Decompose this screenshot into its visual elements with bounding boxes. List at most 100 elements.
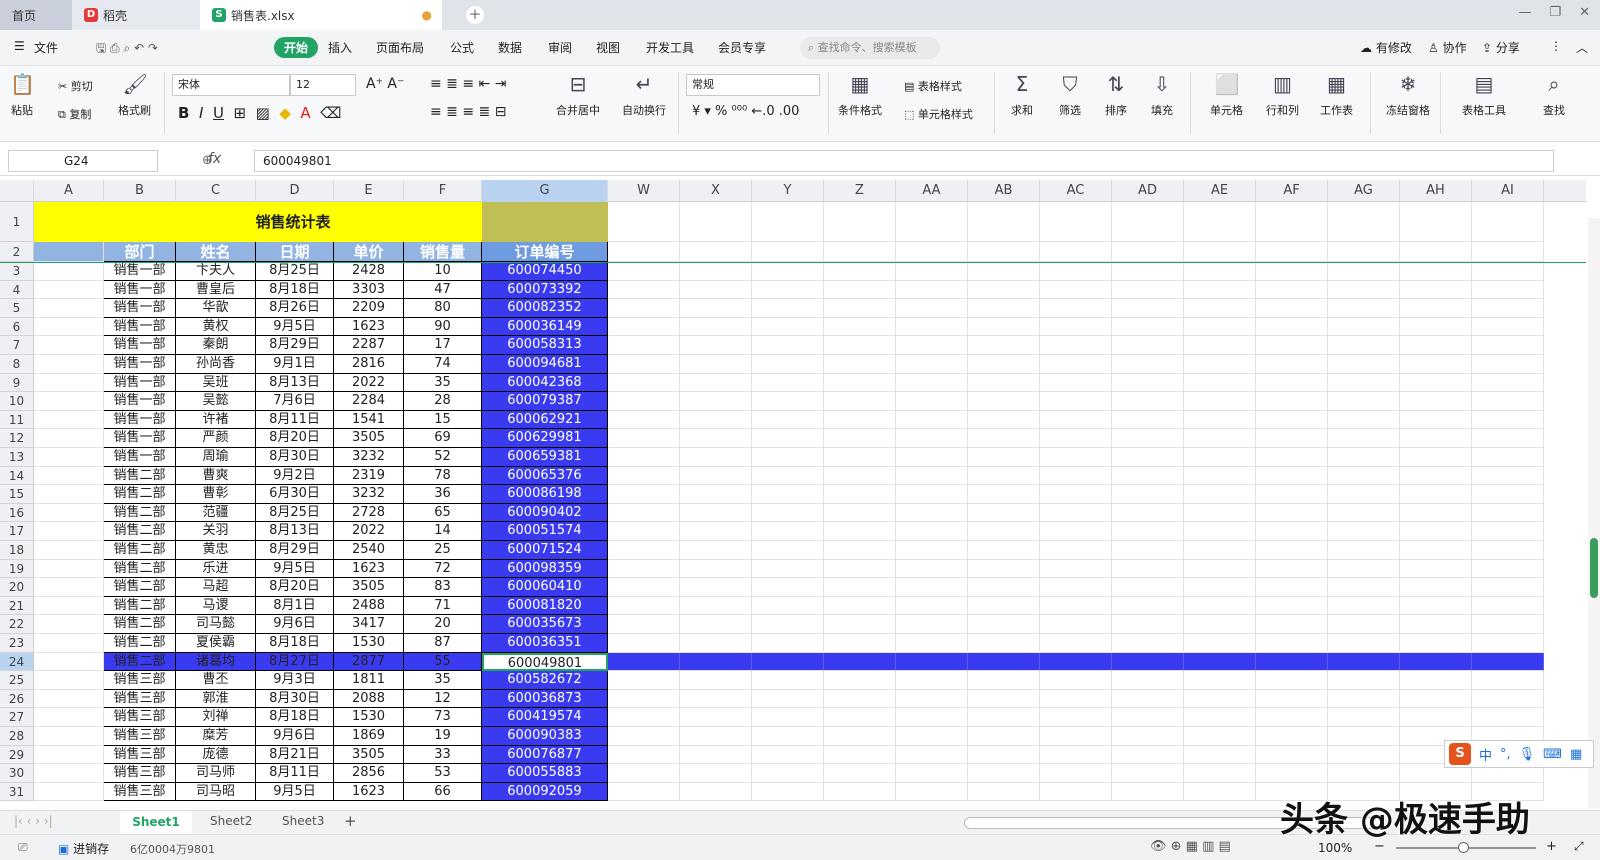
empty-cell[interactable]: [1184, 299, 1256, 318]
empty-cell[interactable]: [896, 373, 968, 393]
data-cell[interactable]: 销售二部: [104, 466, 176, 486]
column-header[interactable]: AG: [1328, 180, 1400, 202]
data-cell[interactable]: 36: [404, 485, 482, 504]
empty-cell[interactable]: [1040, 652, 1112, 672]
empty-cell[interactable]: [1184, 410, 1256, 430]
empty-cell[interactable]: [1472, 596, 1544, 616]
empty-cell[interactable]: [608, 541, 680, 560]
data-cell[interactable]: 销售二部: [104, 485, 176, 504]
quick-access-icons[interactable]: 🖫 ⎙ ⌕ ↶ ↷: [96, 39, 158, 60]
empty-cell[interactable]: [896, 448, 968, 467]
empty-cell[interactable]: [1112, 262, 1184, 281]
order-id-cell[interactable]: 600086198: [482, 485, 608, 504]
empty-cell[interactable]: [752, 466, 824, 486]
data-cell[interactable]: 销售二部: [104, 615, 176, 634]
empty-cell[interactable]: [896, 392, 968, 411]
empty-cell[interactable]: [680, 262, 752, 281]
empty-cell[interactable]: [968, 764, 1040, 783]
empty-cell[interactable]: [896, 280, 968, 300]
empty-cell[interactable]: [1400, 299, 1472, 318]
row-header[interactable]: 21: [0, 596, 34, 616]
empty-cell[interactable]: [1472, 634, 1544, 653]
empty-cell[interactable]: [1328, 373, 1400, 393]
empty-cell[interactable]: [680, 317, 752, 337]
empty-cell[interactable]: [1328, 466, 1400, 486]
empty-cell[interactable]: [34, 745, 104, 765]
empty-cell[interactable]: [1040, 727, 1112, 746]
empty-cell[interactable]: [34, 541, 104, 560]
column-title-cell[interactable]: 销售量: [404, 242, 482, 262]
empty-cell[interactable]: [1328, 652, 1400, 672]
empty-cell[interactable]: [608, 373, 680, 393]
empty-cell[interactable]: [1256, 202, 1328, 242]
empty-cell[interactable]: [1040, 764, 1112, 783]
empty-cell[interactable]: [680, 652, 752, 672]
data-cell[interactable]: 销售一部: [104, 373, 176, 393]
data-cell[interactable]: 69: [404, 429, 482, 448]
data-cell[interactable]: 2287: [334, 336, 404, 355]
empty-cell[interactable]: [968, 522, 1040, 541]
empty-cell[interactable]: [1400, 280, 1472, 300]
empty-cell[interactable]: [1040, 373, 1112, 393]
empty-cell[interactable]: [34, 373, 104, 393]
empty-cell[interactable]: [824, 392, 896, 411]
empty-cell[interactable]: [608, 671, 680, 690]
empty-cell[interactable]: [752, 503, 824, 523]
empty-cell[interactable]: [1112, 541, 1184, 560]
order-id-cell[interactable]: 600042368: [482, 373, 608, 393]
menu-developer[interactable]: 开发工具: [646, 39, 694, 56]
empty-cell[interactable]: [752, 429, 824, 448]
order-id-cell[interactable]: 600036149: [482, 317, 608, 337]
data-cell[interactable]: 71: [404, 596, 482, 616]
order-id-cell[interactable]: 600092059: [482, 782, 608, 802]
data-cell[interactable]: 65: [404, 503, 482, 523]
empty-cell[interactable]: [1184, 671, 1256, 690]
row-header[interactable]: 11: [0, 410, 34, 430]
empty-cell[interactable]: [1328, 299, 1400, 318]
empty-cell[interactable]: [752, 615, 824, 634]
data-cell[interactable]: 销售二部: [104, 634, 176, 653]
menu-page-layout[interactable]: 页面布局: [376, 39, 424, 56]
order-id-cell[interactable]: 600036873: [482, 689, 608, 709]
empty-cell[interactable]: [824, 671, 896, 690]
data-cell[interactable]: 3303: [334, 280, 404, 300]
data-cell[interactable]: 乐进: [176, 559, 256, 579]
empty-cell[interactable]: [896, 578, 968, 597]
data-cell[interactable]: 17: [404, 336, 482, 355]
row-header[interactable]: 3: [0, 262, 34, 281]
data-cell[interactable]: 诸葛均: [176, 652, 256, 672]
data-cell[interactable]: 8月1日: [256, 596, 334, 616]
empty-cell[interactable]: [1472, 280, 1544, 300]
empty-cell[interactable]: [1472, 503, 1544, 523]
empty-cell[interactable]: [1184, 727, 1256, 746]
close-icon[interactable]: ✕: [1579, 5, 1590, 20]
data-cell[interactable]: 销售一部: [104, 429, 176, 448]
data-cell[interactable]: 1623: [334, 317, 404, 337]
empty-cell[interactable]: [968, 202, 1040, 242]
row-header[interactable]: 15: [0, 485, 34, 504]
empty-cell[interactable]: [1256, 485, 1328, 504]
empty-cell[interactable]: [1256, 671, 1328, 690]
empty-cell[interactable]: [1040, 745, 1112, 765]
empty-cell[interactable]: [680, 708, 752, 727]
empty-cell[interactable]: [608, 448, 680, 467]
empty-cell[interactable]: [608, 485, 680, 504]
empty-cell[interactable]: [608, 745, 680, 765]
empty-cell[interactable]: [1112, 745, 1184, 765]
empty-cell[interactable]: [34, 355, 104, 374]
data-cell[interactable]: 销售三部: [104, 708, 176, 727]
data-cell[interactable]: 华歆: [176, 299, 256, 318]
empty-cell[interactable]: [752, 448, 824, 467]
formula-input[interactable]: 600049801: [254, 150, 1554, 172]
empty-cell[interactable]: [752, 727, 824, 746]
empty-cell[interactable]: [968, 634, 1040, 653]
column-header[interactable]: W: [608, 180, 680, 202]
column-header[interactable]: AC: [1040, 180, 1112, 202]
row-header[interactable]: 14: [0, 466, 34, 486]
empty-cell[interactable]: [34, 448, 104, 467]
empty-cell[interactable]: [1472, 355, 1544, 374]
empty-cell[interactable]: [608, 615, 680, 634]
empty-cell[interactable]: [752, 708, 824, 727]
data-cell[interactable]: 2877: [334, 652, 404, 672]
data-cell[interactable]: 销售一部: [104, 280, 176, 300]
